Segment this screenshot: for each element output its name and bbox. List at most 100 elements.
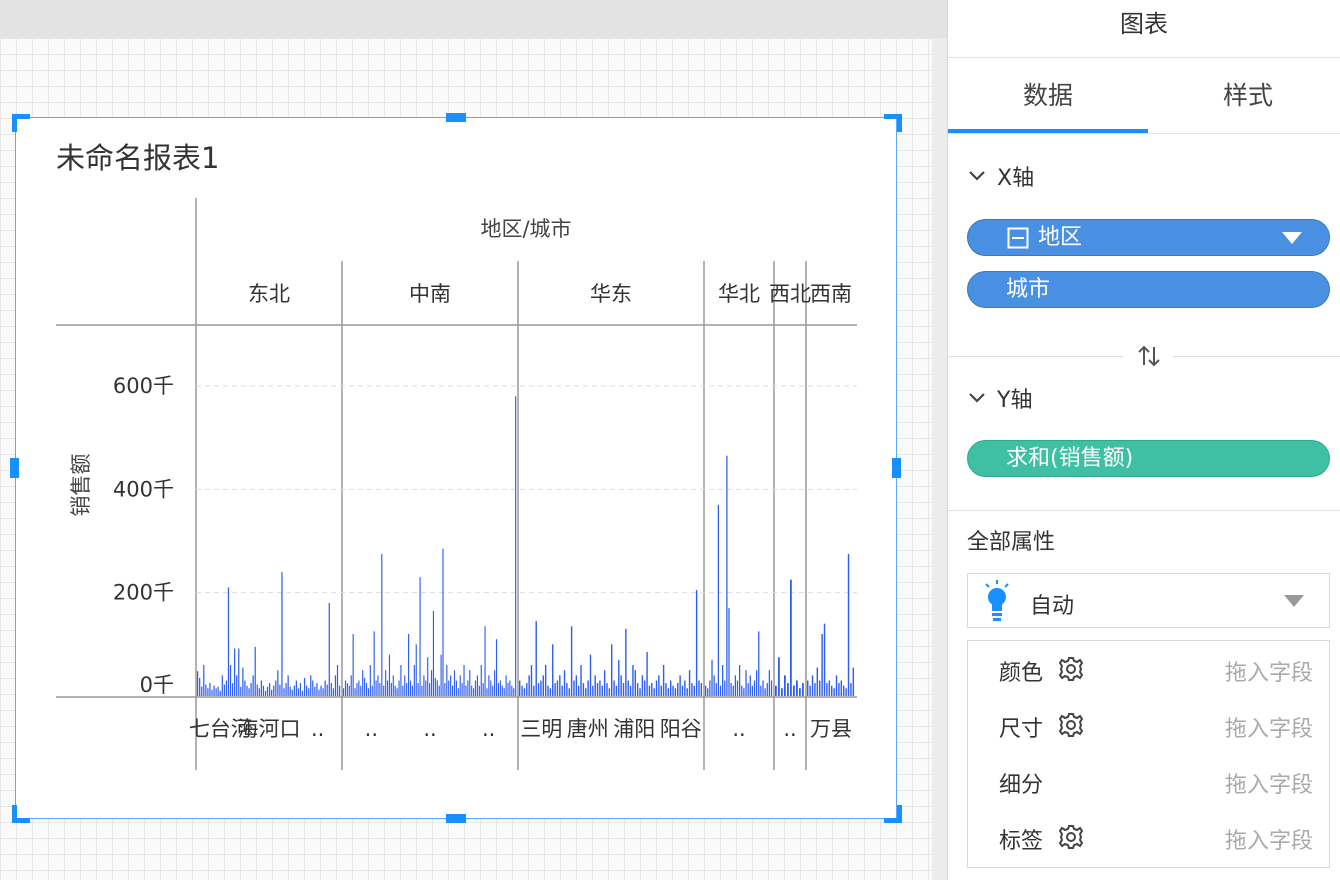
resize-handle-top-right-v[interactable] — [897, 114, 902, 132]
city-label: .. — [311, 717, 324, 741]
bar — [745, 670, 747, 696]
prop-size-label: 尺寸 — [999, 717, 1044, 742]
bar — [596, 683, 599, 696]
bar — [787, 683, 789, 696]
dropdown-triangle-icon[interactable] — [1281, 231, 1303, 245]
bar — [573, 680, 575, 696]
y-axis-collapse-button[interactable] — [966, 386, 988, 408]
canvas-vertical-scrollbar[interactable] — [932, 38, 947, 880]
bar — [646, 652, 648, 696]
bar — [542, 675, 545, 696]
bar — [608, 688, 611, 696]
bar — [811, 675, 814, 696]
bar — [549, 688, 552, 696]
prop-color-drop-target[interactable]: 拖入字段 — [1225, 655, 1313, 687]
bar — [240, 686, 242, 696]
bar — [308, 688, 310, 696]
bar — [570, 626, 573, 696]
bar — [724, 680, 726, 696]
bar — [717, 504, 720, 696]
bar — [582, 683, 585, 696]
tab-data[interactable]: 数据 — [948, 59, 1148, 133]
city-label: 浦阳 — [613, 717, 655, 741]
resize-handle-top-left-v[interactable] — [12, 114, 17, 132]
bar — [438, 685, 440, 696]
bar — [480, 665, 482, 696]
bar — [665, 683, 667, 696]
bar — [505, 675, 507, 696]
bar — [667, 688, 670, 696]
region-label: 东北 — [248, 282, 290, 306]
bar — [838, 683, 840, 696]
bar — [402, 685, 404, 696]
resize-handle-bottom-left-v[interactable] — [12, 805, 17, 823]
bar — [790, 579, 792, 696]
bar — [396, 688, 398, 696]
bar — [632, 665, 634, 696]
resize-handle-top[interactable] — [446, 113, 466, 122]
bar — [318, 689, 320, 696]
prop-label-drop-target[interactable]: 拖入字段 — [1225, 823, 1313, 855]
bar — [409, 680, 412, 696]
bar — [348, 685, 350, 696]
x-field-region[interactable]: 地区 — [967, 219, 1330, 256]
bar — [515, 396, 517, 696]
bar — [726, 455, 728, 696]
prop-size-drop-target[interactable]: 拖入字段 — [1225, 711, 1313, 743]
bar — [271, 689, 273, 696]
y-field-sum-sales[interactable]: 求和(销售额) — [967, 440, 1330, 477]
bar — [367, 688, 370, 696]
bar — [537, 683, 540, 696]
y-tick-label: 0千 — [140, 673, 174, 697]
prop-row-detail[interactable]: 细分 拖入字段 — [968, 753, 1329, 809]
bar — [764, 688, 766, 696]
chart-widget[interactable]: 未命名报表1 地区/城市 东北 中南 华东 华北 西北 西南 0千 200千 400千 600千… — [15, 117, 897, 819]
gear-icon[interactable] — [1058, 656, 1084, 682]
bar — [285, 683, 287, 696]
city-label: .. — [423, 717, 436, 741]
bar — [847, 553, 850, 696]
bar — [203, 665, 205, 696]
bar — [344, 680, 347, 696]
mark-type-select[interactable]: 自动 — [967, 573, 1330, 628]
prop-row-color[interactable]: 颜色 拖入字段 — [968, 641, 1329, 697]
bar — [747, 683, 749, 696]
bar — [289, 686, 291, 696]
bar — [364, 677, 366, 696]
bar — [379, 683, 381, 696]
x-axis-collapse-button[interactable] — [966, 164, 988, 186]
prop-row-size[interactable]: 尺寸 拖入字段 — [968, 697, 1329, 753]
prop-detail-drop-target[interactable]: 拖入字段 — [1225, 767, 1313, 799]
bar — [463, 665, 465, 696]
resize-handle-left[interactable] — [10, 458, 19, 478]
gear-icon[interactable] — [1058, 712, 1084, 738]
resize-handle-bottom-right-v[interactable] — [897, 805, 902, 823]
bar — [660, 685, 662, 696]
bar — [371, 685, 373, 696]
city-label: 三明 — [520, 717, 562, 741]
bar — [784, 675, 786, 696]
prop-row-label[interactable]: 标签 拖入字段 — [968, 809, 1329, 865]
bar — [442, 548, 444, 696]
bar — [627, 680, 629, 696]
bar — [698, 680, 700, 696]
bar — [385, 670, 387, 696]
region-label: 西南 — [810, 282, 852, 306]
bar — [434, 677, 436, 696]
resize-handle-right[interactable] — [892, 458, 901, 478]
gear-icon[interactable] — [1058, 824, 1084, 850]
x-field-city[interactable]: 城市 — [967, 271, 1330, 308]
bar — [306, 685, 308, 696]
bar — [533, 685, 535, 696]
resize-handle-bottom[interactable] — [446, 814, 466, 823]
bar — [207, 688, 209, 696]
bar — [450, 675, 452, 696]
bar — [260, 680, 262, 696]
bar — [568, 688, 570, 696]
bar — [778, 657, 780, 696]
bar — [291, 689, 293, 696]
swap-axes-button[interactable] — [1136, 344, 1162, 368]
city-label: 唐州 — [567, 717, 609, 741]
bar — [411, 685, 413, 696]
tab-style[interactable]: 样式 — [1148, 59, 1340, 133]
